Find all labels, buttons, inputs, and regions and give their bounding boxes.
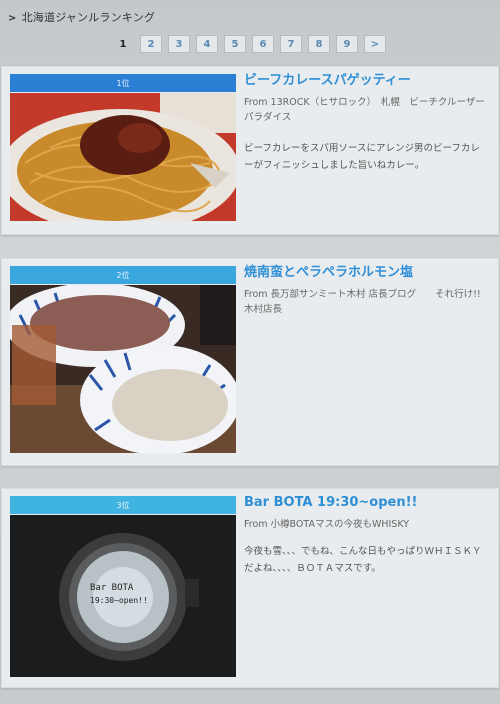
pagination: 1 2 3 4 5 6 7 8 9 > <box>112 35 386 53</box>
rank-badge: 1位 <box>10 74 236 92</box>
entry-description: ビーフカレーをスパ用ソースにアレンジ男のビーフカレーがフィニッシュしました旨いね… <box>244 143 480 171</box>
page-link-2[interactable]: 2 <box>140 35 162 53</box>
page-link-9[interactable]: 9 <box>336 35 358 53</box>
rank-badge: 2位 <box>10 266 236 284</box>
page-link-6[interactable]: 6 <box>252 35 274 53</box>
entry-photo-bar-bota[interactable]: Bar BOTA 19:30~open!! <box>10 515 236 677</box>
entry-title[interactable]: ビーフカレースパゲッティー <box>244 72 488 89</box>
entry-source: From 13ROCK（ヒサロック） 札幌 ビーチクルーザーパラダイス <box>244 97 485 123</box>
breadcrumb-title: 北海道ジャンルランキング <box>21 11 156 24</box>
page-link-4[interactable]: 4 <box>196 35 218 53</box>
ranking-card-3: 3位 Bar BOTA 19:30~open!! Bar BOTA 19:30~… <box>1 488 499 688</box>
breadcrumb: > 北海道ジャンルランキング <box>8 9 155 25</box>
next-page-button[interactable]: > <box>364 35 386 53</box>
photo-caption-line2: 19:30~open!! <box>90 596 148 605</box>
page-link-7[interactable]: 7 <box>280 35 302 53</box>
caret-right-icon: > <box>8 13 17 24</box>
ranking-card-1: 1位 ビーフカレースパゲッティー From 13ROCK（ヒサロック） 札幌 ビ… <box>1 66 499 235</box>
entry-source: From 長万部サンミート木村 店長ブログ それ行け!! 木村店長 <box>244 289 481 315</box>
page-link-5[interactable]: 5 <box>224 35 246 53</box>
page-link-3[interactable]: 3 <box>168 35 190 53</box>
entry-source: From 小樽BOTAマスの今夜もWHISKY <box>244 519 410 530</box>
photo-caption-line1: Bar BOTA <box>90 583 134 593</box>
entry-photo-spaghetti[interactable] <box>10 93 236 221</box>
entry-title[interactable]: Bar BOTA 19:30~open!! <box>244 494 488 511</box>
entry-description: 今夜も雪、、、でもね、こんな日もやっぱりＷＨＩＳＫＹだよね、、、、ＢＯＴＡマスで… <box>244 546 482 574</box>
page-link-8[interactable]: 8 <box>308 35 330 53</box>
ranking-card-2: 2位 焼南蛮とペラペラホルモン塩 From 長万部サンミート木村 店長ブログ そ… <box>1 258 499 466</box>
rank-badge: 3位 <box>10 496 236 514</box>
page-link-1[interactable]: 1 <box>112 35 134 53</box>
entry-title[interactable]: 焼南蛮とペラペラホルモン塩 <box>244 264 488 281</box>
entry-photo-horumon[interactable] <box>10 285 236 453</box>
